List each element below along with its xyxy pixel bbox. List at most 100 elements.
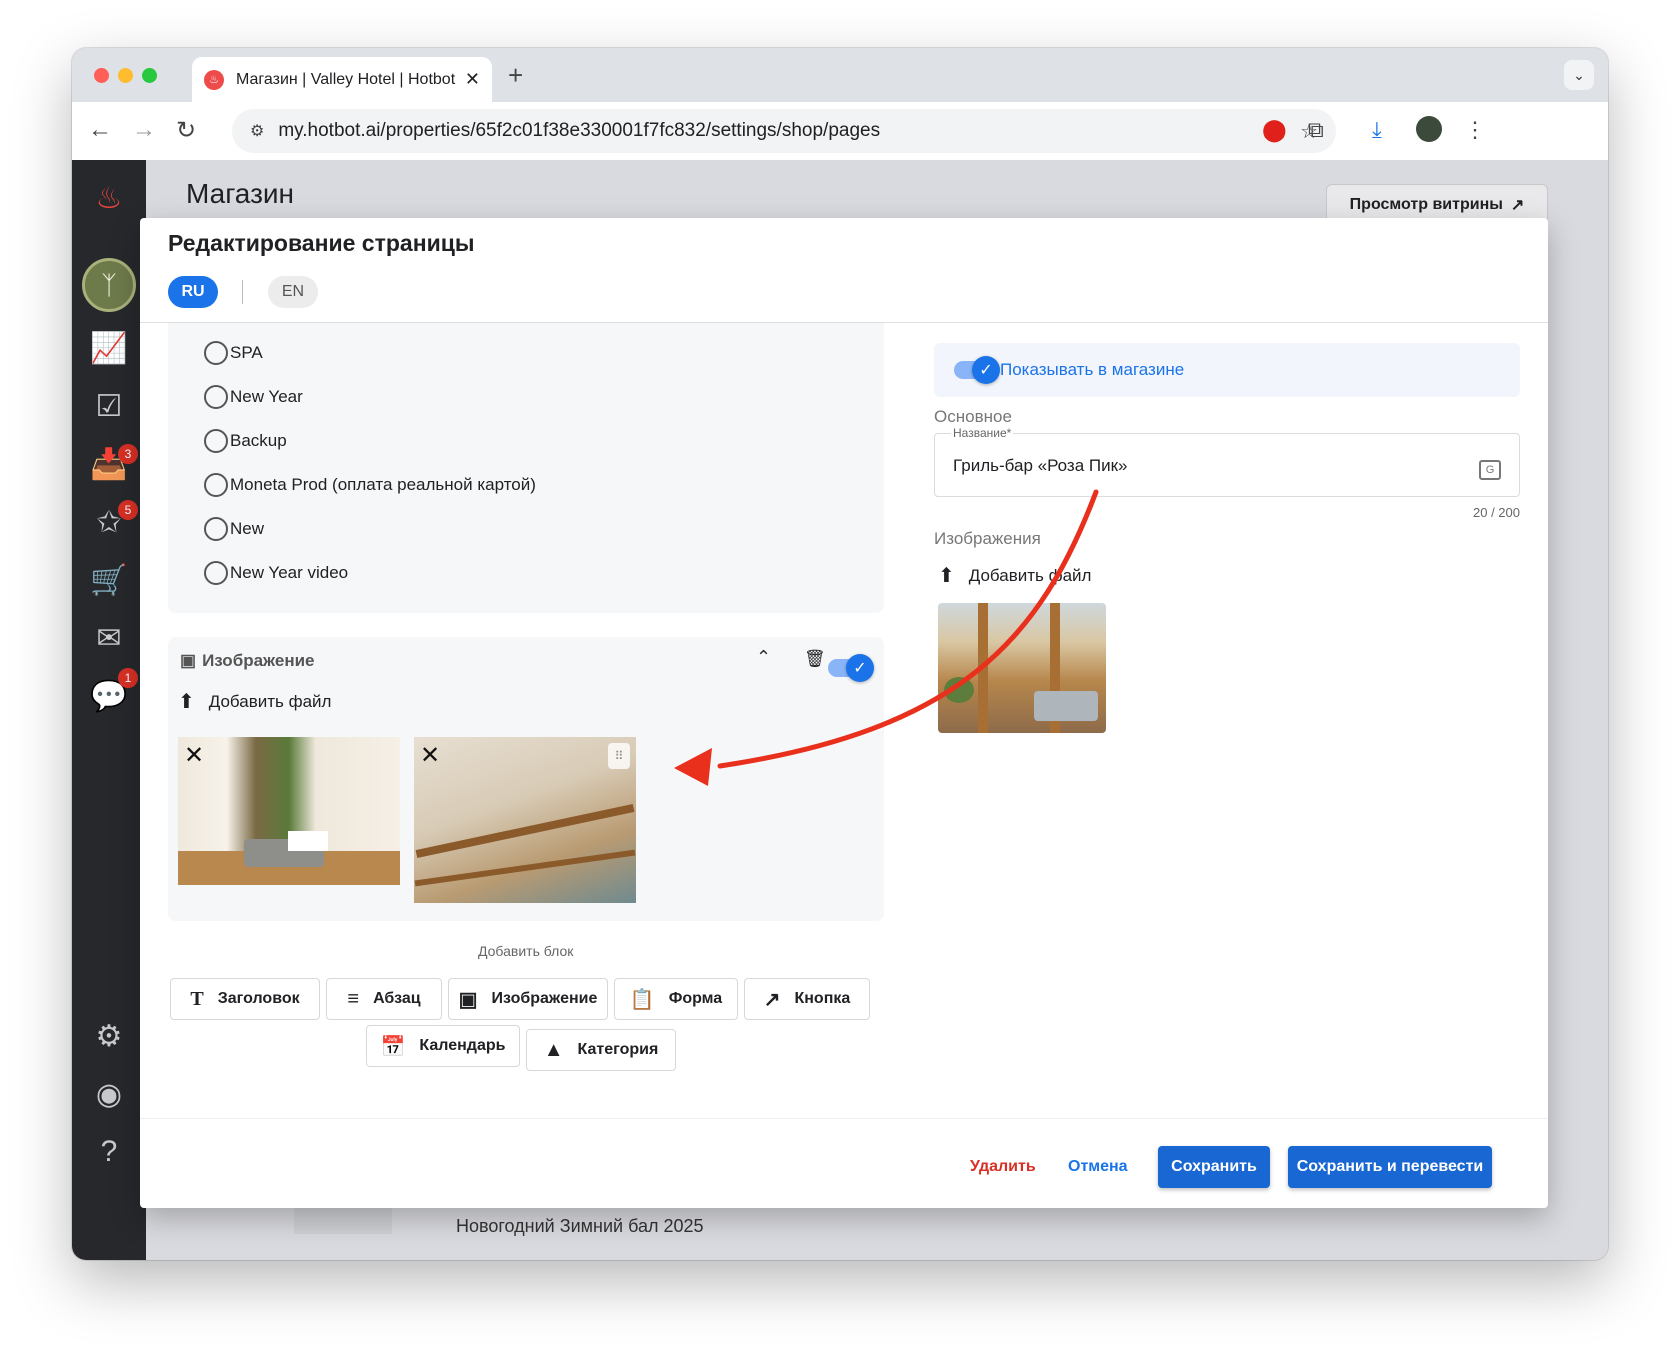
site-settings-icon[interactable]: ⚙	[250, 121, 264, 141]
shop-cart-icon[interactable]: 🛒	[89, 560, 129, 600]
radio-option[interactable]: New Year video	[204, 561, 348, 585]
radio-label: Moneta Prod (оплата реальной картой)	[230, 475, 536, 494]
reload-icon[interactable]: ↻	[176, 116, 196, 145]
account-icon[interactable]: ◉	[89, 1074, 129, 1114]
name-input-label: Название*	[951, 426, 1014, 440]
drag-handle-icon[interactable]: ⠿	[608, 743, 630, 769]
analytics-icon[interactable]: 📈	[89, 328, 129, 368]
forward-icon[interactable]: →	[132, 116, 156, 144]
mail-icon[interactable]: ✉	[89, 618, 129, 658]
tab-search-chevron-icon[interactable]: ⌄	[1564, 60, 1594, 90]
paragraph-lines-icon: ≡	[347, 987, 360, 1010]
thumb-pillar	[978, 603, 988, 733]
add-calendar-button[interactable]: 📅 Календарь	[366, 1025, 520, 1067]
save-button[interactable]: Сохранить	[1158, 1146, 1270, 1188]
background-list-item	[294, 1208, 392, 1234]
translate-icon[interactable]: G	[1479, 460, 1501, 480]
radio-label: New Year	[230, 387, 303, 406]
extensions-puzzle-icon[interactable]: ⧉	[1308, 117, 1324, 143]
add-image-label: Изображение	[491, 990, 598, 1007]
new-tab-icon[interactable]: +	[508, 60, 523, 91]
add-paragraph-button[interactable]: ≡ Абзац	[326, 978, 442, 1020]
cover-image-thumbnail[interactable]	[938, 603, 1106, 733]
image-block-header: ▣ Изображение	[180, 651, 315, 671]
radio-circle-icon	[204, 341, 228, 365]
add-category-button[interactable]: ▲ Категория	[526, 1029, 676, 1071]
add-image-button[interactable]: ▣ Изображение	[448, 978, 608, 1020]
add-file-button[interactable]: ⬆ Добавить файл	[178, 689, 331, 714]
view-storefront-label: Просмотр витрины	[1349, 196, 1503, 213]
tab-bar: ♨ Магазин | Valley Hotel | Hotbot ✕ + ⌄	[72, 48, 1608, 102]
add-file-label: Добавить файл	[208, 691, 332, 711]
minimize-window-button[interactable]	[118, 68, 133, 83]
thumb-table	[288, 831, 328, 851]
hotbot-favicon-icon: ♨	[204, 69, 224, 90]
radio-option[interactable]: Moneta Prod (оплата реальной картой)	[204, 473, 536, 497]
modal-title: Редактирование страницы	[168, 230, 475, 256]
close-tab-icon[interactable]: ✕	[465, 69, 480, 90]
block-visibility-toggle[interactable]: ✓	[828, 654, 874, 682]
radio-option[interactable]: New Year	[204, 385, 303, 409]
image-icon: ▣	[458, 988, 478, 1011]
opera-extension-icon[interactable]: ⬤	[1262, 117, 1287, 143]
add-cover-file-button[interactable]: ⬆ Добавить файл	[938, 563, 1091, 588]
browser-tab[interactable]: ♨ Магазин | Valley Hotel | Hotbot ✕	[192, 57, 492, 102]
upload-icon: ⬆	[178, 691, 195, 713]
delete-block-trash-icon[interactable]: 🗑	[804, 649, 826, 669]
radio-label: Backup	[230, 431, 287, 450]
add-heading-button[interactable]: T Заголовок	[170, 978, 320, 1020]
settings-gear-icon[interactable]: ⚙	[89, 1016, 129, 1056]
lang-tab-ru[interactable]: RU	[168, 276, 218, 308]
toggle-check-icon: ✓	[846, 654, 874, 682]
lang-tab-en[interactable]: EN	[268, 276, 318, 308]
download-icon[interactable]: ⤓	[1372, 117, 1382, 143]
hotbot-logo-icon[interactable]: ♨	[89, 178, 129, 218]
radio-option[interactable]: New	[204, 517, 264, 541]
radio-option[interactable]: Backup	[204, 429, 287, 453]
name-input-value: Гриль-бар «Роза Пик»	[953, 456, 1128, 475]
background-list-item-title: Новогодний Зимний бал 2025	[456, 1216, 704, 1236]
show-in-shop-row: ✓ Показывать в магазине	[934, 343, 1520, 397]
save-and-translate-button[interactable]: Сохранить и перевести	[1288, 1146, 1492, 1188]
close-window-button[interactable]	[94, 68, 109, 83]
add-paragraph-label: Абзац	[373, 990, 421, 1007]
edit-page-modal: Редактирование страницы RU EN SPA New Ye…	[140, 218, 1548, 1208]
delete-button[interactable]: Удалить	[970, 1158, 1036, 1176]
sidebar: ♨ ᛉ 📈 ☑ 📥 3 ✩ 5 🛒 ✉ 💬 1 ⚙ ◉ ?	[72, 160, 146, 1260]
address-bar[interactable]: ⚙ my.hotbot.ai/properties/65f2c01f38e330…	[232, 109, 1336, 153]
radio-circle-icon	[204, 385, 228, 409]
help-icon[interactable]: ?	[89, 1132, 129, 1172]
add-form-button[interactable]: 📋 Форма	[614, 978, 738, 1020]
remove-image-icon[interactable]: ✕	[184, 741, 204, 770]
radio-label: New Year video	[230, 563, 349, 582]
tasks-check-icon[interactable]: ☑	[89, 386, 129, 426]
section-main-label: Основное	[934, 407, 1012, 426]
text-heading-icon: T	[190, 987, 204, 1010]
add-heading-label: Заголовок	[217, 990, 300, 1007]
browser-menu-icon[interactable]: ⋮	[1464, 117, 1486, 143]
thumb-beam	[415, 804, 635, 858]
maximize-window-button[interactable]	[142, 68, 157, 83]
block-image-thumbnail-2[interactable]: ✕ ⠿	[414, 737, 636, 903]
add-form-label: Форма	[668, 990, 723, 1007]
property-avatar[interactable]: ᛉ	[82, 258, 136, 312]
add-category-label: Категория	[577, 1041, 659, 1058]
lang-divider	[242, 280, 243, 304]
remove-image-icon[interactable]: ✕	[420, 741, 440, 770]
thumb-plants	[944, 677, 974, 703]
url-text: my.hotbot.ai/properties/65f2c01f38e33000…	[278, 120, 881, 141]
calendar-icon: 📅	[380, 1035, 406, 1058]
toggle-check-icon: ✓	[972, 356, 1000, 384]
cancel-button[interactable]: Отмена	[1068, 1158, 1128, 1176]
show-in-shop-toggle[interactable]: ✓	[954, 356, 1000, 384]
back-icon[interactable]: ←	[88, 116, 112, 144]
radio-circle-icon	[204, 561, 228, 585]
radio-option[interactable]: SPA	[204, 341, 263, 365]
inbox-badge: 3	[118, 444, 138, 464]
add-button-block-button[interactable]: ↗ Кнопка	[744, 978, 870, 1020]
name-input[interactable]: Название* Гриль-бар «Роза Пик» G	[934, 426, 1520, 497]
tab-title: Магазин | Valley Hotel | Hotbot	[236, 70, 456, 88]
collapse-chevron-icon[interactable]: ⌃	[756, 647, 771, 668]
block-image-thumbnail-1[interactable]: ✕	[178, 737, 400, 885]
profile-avatar-icon[interactable]	[1416, 116, 1442, 142]
